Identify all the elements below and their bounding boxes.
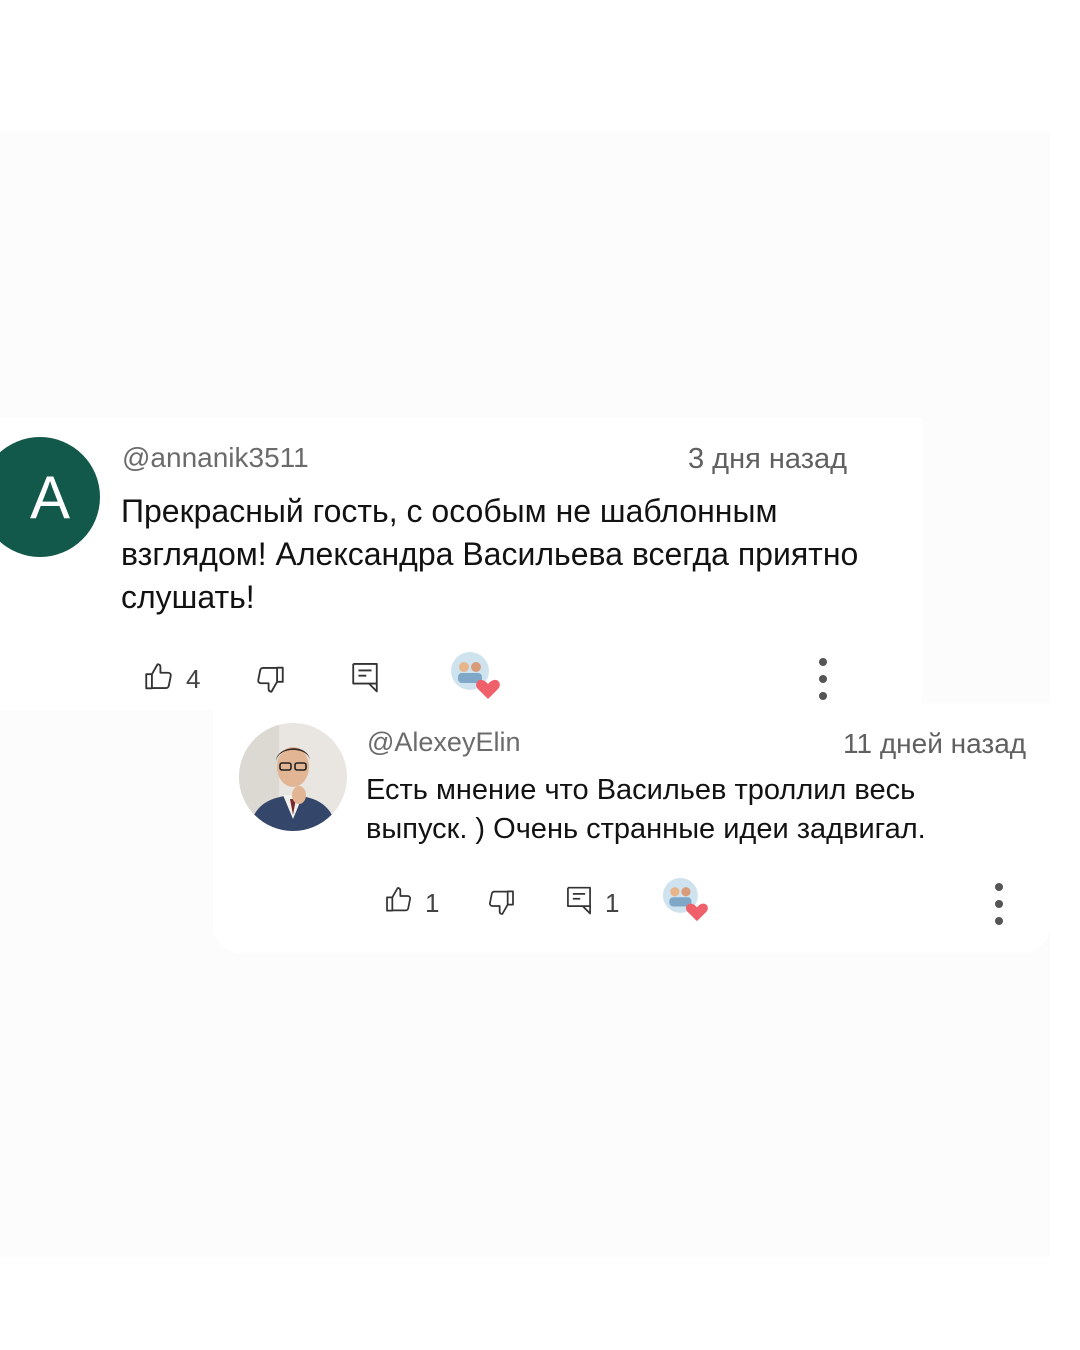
- comment-username[interactable]: @annanik3511: [122, 442, 309, 474]
- like-count: 1: [425, 888, 440, 918]
- reply-count: 1: [605, 888, 620, 918]
- comment-timestamp: 3 дня назад: [688, 443, 848, 475]
- thumb-up-icon[interactable]: [142, 660, 176, 699]
- more-options-icon[interactable]: [819, 658, 829, 709]
- thumb-up-icon[interactable]: [383, 884, 415, 921]
- thumb-down-icon[interactable]: [485, 886, 517, 923]
- creator-heart-icon: [448, 651, 502, 706]
- reply-icon[interactable]: [564, 884, 594, 921]
- more-options-icon[interactable]: [995, 883, 1005, 934]
- comment-text: Прекрасный гость, с особым не шаблонным …: [121, 493, 859, 615]
- reply-icon[interactable]: [349, 660, 381, 699]
- avatar[interactable]: [239, 723, 347, 831]
- thumb-down-icon[interactable]: [253, 662, 287, 701]
- like-count: 4: [186, 664, 201, 694]
- reply-username[interactable]: @AlexeyElin: [367, 727, 520, 758]
- reply-text: Есть мнение что Васильев троллил весь вы…: [366, 774, 926, 845]
- reply-timestamp: 11 дней назад: [843, 728, 1027, 759]
- creator-heart-icon: [660, 877, 710, 928]
